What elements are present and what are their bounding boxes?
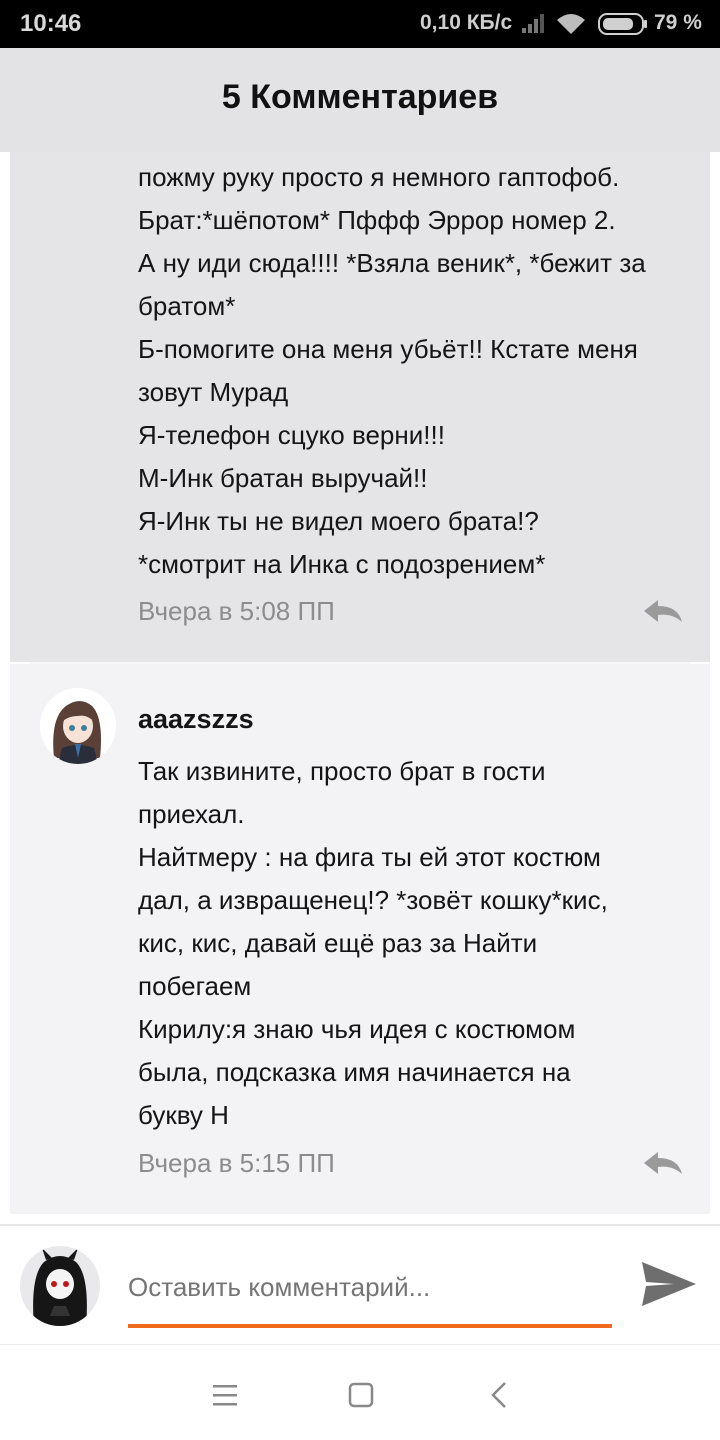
page-title: 5 Комментариев <box>221 78 499 116</box>
menu-icon[interactable] <box>205 1375 245 1415</box>
comment-line: дал, а извращенец!? *зовёт кошку*кис, <box>138 885 608 915</box>
wifi-icon <box>557 14 585 34</box>
home-square-icon[interactable] <box>341 1375 381 1415</box>
comment-line: Так извините, просто брат в гости <box>138 756 546 786</box>
status-time: 10:46 <box>20 10 82 37</box>
comment-line: приехал. <box>138 799 245 829</box>
comment-line: зовут Мурад <box>138 377 289 407</box>
comment-timestamp: Вчера в 5:15 ПП <box>138 1148 335 1178</box>
hooded-character-avatar-icon <box>20 1246 100 1326</box>
comment-line: кис, кис, давай ещё раз за Найти <box>138 928 538 958</box>
back-chevron-icon[interactable] <box>480 1375 520 1415</box>
comment-line: М-Инк братан выручай!! <box>138 463 428 493</box>
comment-item: aaazszzs Так извините, просто брат в гос… <box>10 664 710 1214</box>
comment-line: Брат:*шёпотом* Пффф Эррор номер 2. <box>138 205 616 235</box>
comment-line: пожму руку просто я немного гаптофоб. <box>138 162 620 192</box>
comment-line: букву Н <box>138 1100 229 1130</box>
avatar[interactable] <box>40 688 116 764</box>
comment-item: пожму руку просто я немного гаптофоб. Бр… <box>10 152 710 662</box>
comment-line: Найтмеру : на фига ты ей этот костюм <box>138 842 601 872</box>
comment-line: Я-телефон сцуко верни!!! <box>138 420 445 450</box>
input-underline <box>128 1324 612 1328</box>
network-speed: 0,10 КБ/с <box>420 11 513 34</box>
comment-line: Кирилу:я знаю чья идея с костюмом <box>138 1014 576 1044</box>
send-icon[interactable] <box>640 1258 698 1310</box>
comment-line: Б-помогите она меня убьёт!! Кстате меня <box>138 334 638 364</box>
comment-text: Так извините, просто брат в гости приеха… <box>138 750 698 1137</box>
comment-input[interactable] <box>128 1266 612 1308</box>
comment-author[interactable]: aaazszzs <box>138 704 254 735</box>
comment-composer <box>0 1224 720 1344</box>
user-avatar[interactable] <box>20 1246 100 1326</box>
reply-arrow-icon[interactable] <box>642 598 684 624</box>
comment-line: *смотрит на Инка с подозрением* <box>138 549 546 579</box>
comments-header: 5 Комментариев <box>0 48 720 152</box>
comment-line: А ну иди сюда!!!! *Взяла веник*, *бежит … <box>138 248 646 278</box>
signal-icon <box>522 14 544 33</box>
comments-list[interactable]: пожму руку просто я немного гаптофоб. Бр… <box>0 152 720 1224</box>
battery-icon <box>598 13 647 35</box>
reply-arrow-icon[interactable] <box>642 1150 684 1176</box>
comment-line: Я-Инк ты не видел моего брата!? <box>138 506 539 536</box>
comment-line: братом* <box>138 291 236 321</box>
battery-percent: 79 % <box>654 11 702 34</box>
system-nav-bar <box>0 1344 720 1440</box>
comment-timestamp: Вчера в 5:08 ПП <box>138 596 335 626</box>
comment-text: пожму руку просто я немного гаптофоб. Бр… <box>138 156 698 586</box>
comment-line: побегаем <box>138 971 252 1001</box>
status-bar: 10:46 0,10 КБ/с 79 % <box>0 0 720 48</box>
anime-girl-avatar-icon <box>40 688 116 764</box>
comment-line: была, подсказка имя начинается на <box>138 1057 571 1087</box>
